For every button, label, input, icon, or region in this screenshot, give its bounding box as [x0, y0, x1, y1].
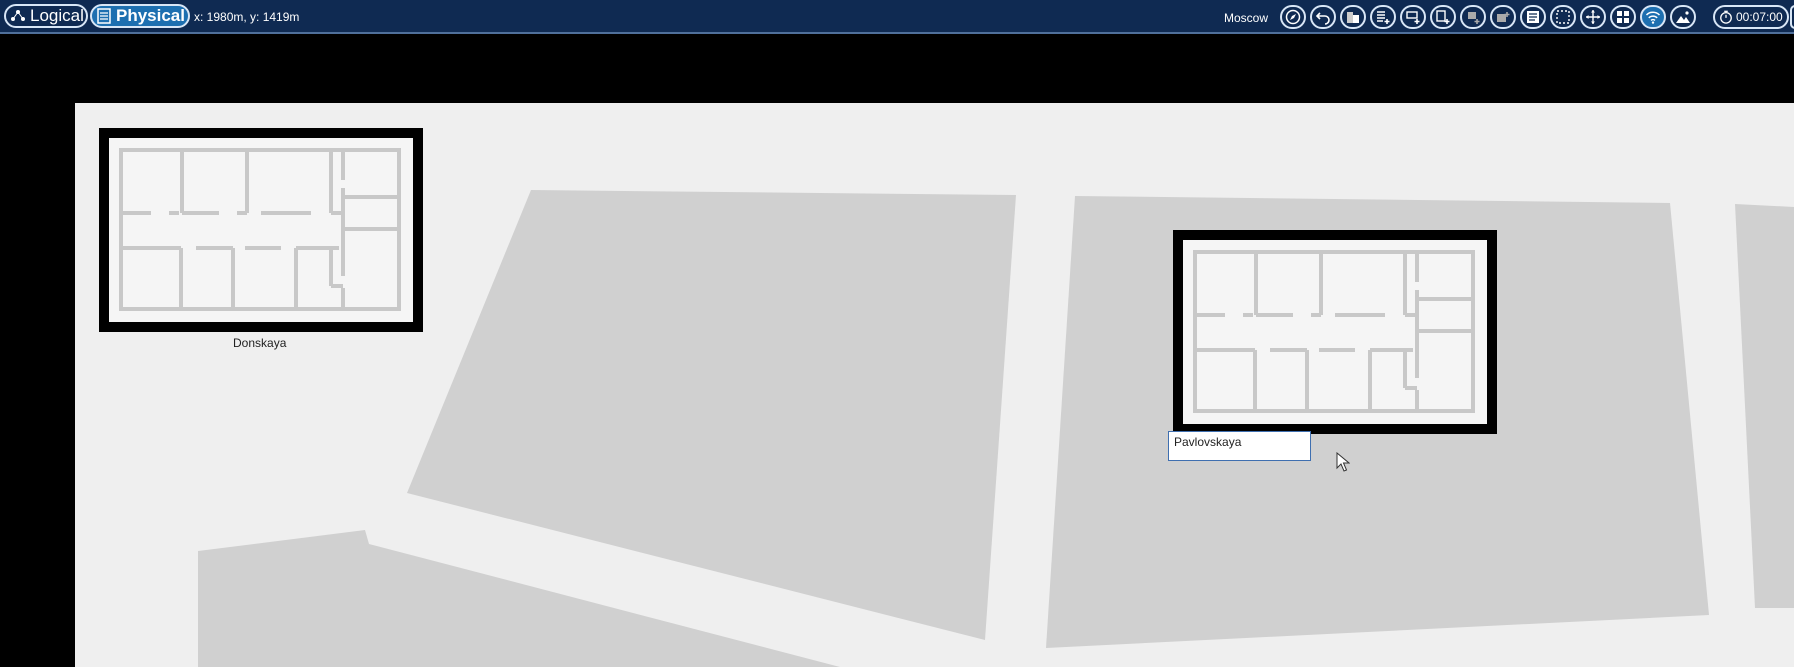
cursor-coordinates: x: 1980m, y: 1419m	[194, 10, 300, 24]
add-room-button[interactable]	[1400, 5, 1426, 29]
add-floor-icon	[1377, 11, 1390, 24]
add-device-button[interactable]	[1460, 5, 1486, 29]
add-device-icon	[1468, 12, 1480, 24]
network-icon	[10, 8, 26, 24]
tab-logical[interactable]: Logical	[4, 4, 88, 28]
background-image-icon	[1676, 11, 1690, 23]
floor-plan-drawing	[119, 148, 401, 311]
add-zone-button[interactable]	[1430, 5, 1456, 29]
timer-icon	[1720, 10, 1732, 24]
building-button[interactable]	[1340, 5, 1366, 29]
tab-physical[interactable]: Physical	[90, 4, 190, 28]
select-button[interactable]	[1550, 5, 1576, 29]
undo-icon	[1315, 12, 1330, 25]
undo-button[interactable]	[1310, 5, 1336, 29]
simulation-clock[interactable]: 00:07:00	[1713, 5, 1789, 29]
add-rack-button[interactable]	[1490, 5, 1516, 29]
wifi-button[interactable]	[1640, 5, 1666, 29]
location-label: Moscow	[1224, 11, 1269, 25]
floor-plan-drawing	[1193, 250, 1475, 413]
notes-icon	[1527, 11, 1539, 23]
top-toolbar: Logical Physical x: 1980m, y: 1419m Mosc…	[0, 0, 1794, 34]
add-rack-icon	[1497, 12, 1510, 22]
building-donskaya[interactable]	[99, 128, 423, 332]
grid-button[interactable]	[1610, 5, 1636, 29]
building-label: Donskaya	[233, 336, 287, 350]
tab-physical-label: Physical	[116, 6, 185, 25]
compass-icon	[1285, 9, 1301, 25]
street-block	[1735, 204, 1794, 608]
toolbar-overflow-button[interactable]	[1790, 5, 1794, 29]
compass-button[interactable]	[1280, 5, 1306, 29]
map-canvas[interactable]: Donskaya	[75, 103, 1794, 667]
street-block	[407, 190, 1016, 640]
grid-icon	[1617, 11, 1629, 23]
building-name-input[interactable]	[1168, 431, 1311, 461]
building-pavlovskaya[interactable]	[1173, 230, 1497, 434]
tab-logical-label: Logical	[30, 6, 84, 25]
wifi-icon	[1645, 11, 1661, 24]
select-icon	[1556, 10, 1570, 24]
add-room-icon	[1406, 11, 1420, 24]
background-image-button[interactable]	[1670, 5, 1696, 29]
mouse-cursor-icon	[1336, 452, 1350, 472]
add-zone-icon	[1436, 10, 1450, 24]
move-icon	[1586, 10, 1600, 24]
add-floor-button[interactable]	[1370, 5, 1396, 29]
move-button[interactable]	[1580, 5, 1606, 29]
notes-button[interactable]	[1520, 5, 1546, 29]
building-icon	[1347, 12, 1359, 23]
list-icon	[96, 8, 112, 24]
clock-time: 00:07:00	[1736, 10, 1783, 24]
